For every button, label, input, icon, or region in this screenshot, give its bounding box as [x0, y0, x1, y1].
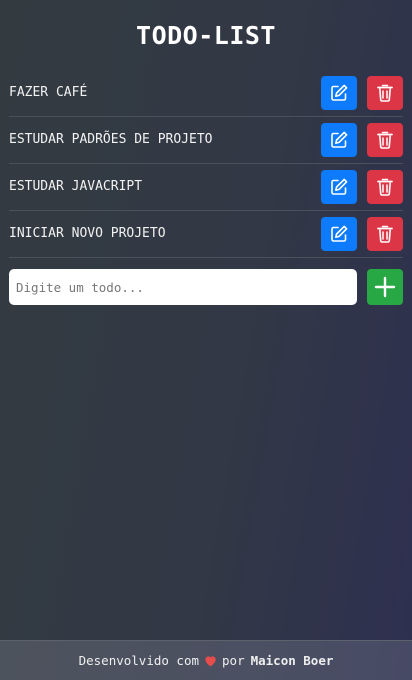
trash-icon: [377, 84, 393, 102]
todo-input[interactable]: [9, 269, 357, 305]
trash-icon: [377, 225, 393, 243]
list-item: FAZER CAFÉ: [9, 70, 403, 117]
footer-middle: por: [222, 653, 245, 668]
list-item: ESTUDAR JAVACRIPT: [9, 164, 403, 211]
edit-icon: [331, 131, 348, 148]
edit-button[interactable]: [321, 76, 357, 110]
delete-button[interactable]: [367, 76, 403, 110]
todo-text: ESTUDAR JAVACRIPT: [9, 179, 143, 194]
edit-icon: [331, 225, 348, 242]
page-title: TODO-LIST: [136, 21, 276, 50]
footer: Desenvolvido com por Maicon Boer: [0, 640, 412, 680]
list-item: ESTUDAR PADRÕES DE PROJETO: [9, 117, 403, 164]
delete-button[interactable]: [367, 217, 403, 251]
edit-button[interactable]: [321, 217, 357, 251]
new-todo-form: [9, 269, 403, 305]
edit-button[interactable]: [321, 170, 357, 204]
delete-button[interactable]: [367, 123, 403, 157]
trash-icon: [377, 178, 393, 196]
author-name: Maicon Boer: [250, 653, 334, 668]
plus-icon: [374, 276, 396, 298]
todo-text: FAZER CAFÉ: [9, 85, 88, 100]
edit-icon: [331, 178, 348, 195]
todo-text: ESTUDAR PADRÕES DE PROJETO: [9, 132, 213, 147]
delete-button[interactable]: [367, 170, 403, 204]
edit-icon: [331, 84, 348, 101]
todo-text: INICIAR NOVO PROJETO: [9, 226, 166, 241]
footer-prefix: Desenvolvido com: [78, 653, 200, 668]
todo-list: FAZER CAFÉ ESTUDAR PADRÕES DE PROJETO ES…: [9, 70, 403, 258]
list-item: INICIAR NOVO PROJETO: [9, 211, 403, 258]
edit-button[interactable]: [321, 123, 357, 157]
add-todo-button[interactable]: [367, 269, 403, 305]
heart-icon: [205, 655, 216, 666]
trash-icon: [377, 131, 393, 149]
